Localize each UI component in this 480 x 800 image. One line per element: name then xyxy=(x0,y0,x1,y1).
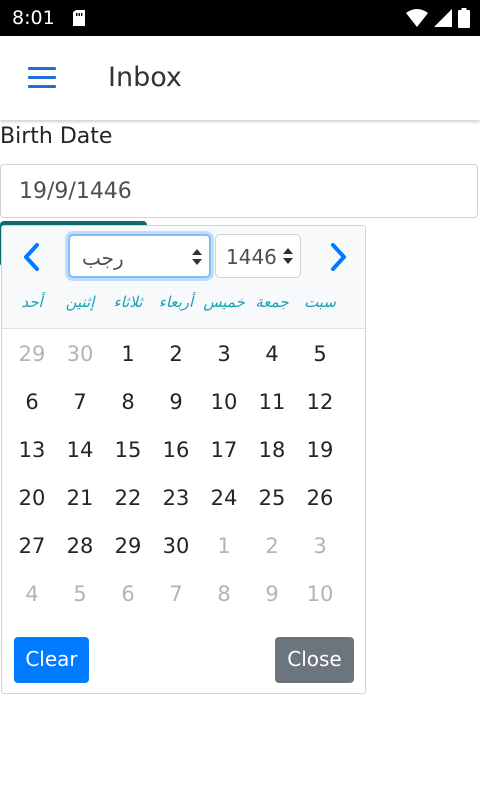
wifi-icon xyxy=(406,9,428,27)
signal-icon xyxy=(434,9,452,27)
calendar-day[interactable]: 2 xyxy=(152,330,200,378)
close-button[interactable]: Close xyxy=(275,637,354,683)
calendar-day[interactable]: 11 xyxy=(248,378,296,426)
calendar-week-row: 6 7 8 9 10 11 12 xyxy=(8,378,344,426)
month-select-value: رجب xyxy=(82,246,124,270)
month-select[interactable]: رجب xyxy=(68,234,211,278)
calendar-day-outside-month[interactable]: 30 xyxy=(56,330,104,378)
weekday-label: سبت xyxy=(304,293,336,311)
calendar-day[interactable]: 15 xyxy=(104,426,152,474)
select-caret-icon xyxy=(192,249,202,265)
calendar-week-row: 27 28 29 30 1 2 3 xyxy=(8,522,344,570)
datepicker-popup: رجب 1446 أحد إثنين ثلاثاء أربعاء خميس جم… xyxy=(1,225,366,694)
calendar-day[interactable]: 12 xyxy=(296,378,344,426)
year-select-value: 1446 xyxy=(226,245,277,269)
weekday-label: خميس xyxy=(203,293,245,311)
calendar-day[interactable]: 7 xyxy=(56,378,104,426)
weekday-label: ثلاثاء xyxy=(113,293,143,311)
weekday-label: إثنين xyxy=(65,293,95,311)
birth-date-input[interactable] xyxy=(0,164,478,218)
status-bar: 8:01 xyxy=(0,0,480,36)
calendar-day-outside-month[interactable]: 29 xyxy=(8,330,56,378)
calendar-day-grid: 29 30 1 2 3 4 5 6 7 8 9 10 11 12 13 14 15 16 17 18 19 20 21 22 2… xyxy=(8,330,344,618)
calendar-day-outside-month[interactable]: 4 xyxy=(8,570,56,618)
calendar-week-row: 13 14 15 16 17 18 19 xyxy=(8,426,344,474)
calendar-day[interactable]: 17 xyxy=(200,426,248,474)
battery-icon xyxy=(458,8,470,28)
calendar-week-row: 29 30 1 2 3 4 5 xyxy=(8,330,344,378)
calendar-day[interactable]: 5 xyxy=(296,330,344,378)
calendar-day[interactable]: 3 xyxy=(200,330,248,378)
weekday-label: أحد xyxy=(21,293,43,311)
hamburger-menu-icon[interactable] xyxy=(22,63,62,93)
birth-date-label: Birth Date xyxy=(0,124,113,149)
calendar-day-outside-month[interactable]: 9 xyxy=(248,570,296,618)
calendar-day[interactable]: 24 xyxy=(200,474,248,522)
page-title: Inbox xyxy=(108,62,182,93)
calendar-day-outside-month[interactable]: 1 xyxy=(200,522,248,570)
calendar-day[interactable]: 18 xyxy=(248,426,296,474)
calendar-day[interactable]: 25 xyxy=(248,474,296,522)
calendar-day[interactable]: 29 xyxy=(104,522,152,570)
calendar-day[interactable]: 10 xyxy=(200,378,248,426)
calendar-day-outside-month[interactable]: 2 xyxy=(248,522,296,570)
calendar-day-outside-month[interactable]: 3 xyxy=(296,522,344,570)
select-caret-icon xyxy=(283,248,293,264)
calendar-day[interactable]: 6 xyxy=(8,378,56,426)
calendar-day[interactable]: 30 xyxy=(152,522,200,570)
calendar-day[interactable]: 19 xyxy=(296,426,344,474)
calendar-day-outside-month[interactable]: 5 xyxy=(56,570,104,618)
calendar-day[interactable]: 14 xyxy=(56,426,104,474)
calendar-day[interactable]: 23 xyxy=(152,474,200,522)
calendar-week-row: 20 21 22 23 24 25 26 xyxy=(8,474,344,522)
calendar-day[interactable]: 13 xyxy=(8,426,56,474)
clear-button[interactable]: Clear xyxy=(14,637,89,683)
chevron-right-icon[interactable] xyxy=(323,240,353,274)
calendar-day[interactable]: 16 xyxy=(152,426,200,474)
calendar-day[interactable]: 4 xyxy=(248,330,296,378)
calendar-day-outside-month[interactable]: 6 xyxy=(104,570,152,618)
calendar-day[interactable]: 20 xyxy=(8,474,56,522)
calendar-day[interactable]: 26 xyxy=(296,474,344,522)
sim-card-icon xyxy=(73,10,85,26)
calendar-day[interactable]: 22 xyxy=(104,474,152,522)
calendar-day-outside-month[interactable]: 8 xyxy=(200,570,248,618)
calendar-day[interactable]: 9 xyxy=(152,378,200,426)
calendar-day[interactable]: 8 xyxy=(104,378,152,426)
calendar-week-row: 4 5 6 7 8 9 10 xyxy=(8,570,344,618)
weekday-label: جمعة xyxy=(255,293,289,311)
weekday-header-row: أحد إثنين ثلاثاء أربعاء خميس جمعة سبت xyxy=(2,293,365,311)
calendar-day[interactable]: 1 xyxy=(104,330,152,378)
calendar-day-outside-month[interactable]: 10 xyxy=(296,570,344,618)
year-select[interactable]: 1446 xyxy=(215,234,301,278)
datepicker-header: رجب 1446 أحد إثنين ثلاثاء أربعاء خميس جم… xyxy=(2,226,365,329)
chevron-left-icon[interactable] xyxy=(17,240,47,274)
weekday-label: أربعاء xyxy=(158,293,194,311)
calendar-day[interactable]: 21 xyxy=(56,474,104,522)
app-bar: Inbox xyxy=(0,36,480,120)
calendar-day[interactable]: 27 xyxy=(8,522,56,570)
status-time: 8:01 xyxy=(12,7,55,29)
calendar-day-outside-month[interactable]: 7 xyxy=(152,570,200,618)
calendar-day[interactable]: 28 xyxy=(56,522,104,570)
